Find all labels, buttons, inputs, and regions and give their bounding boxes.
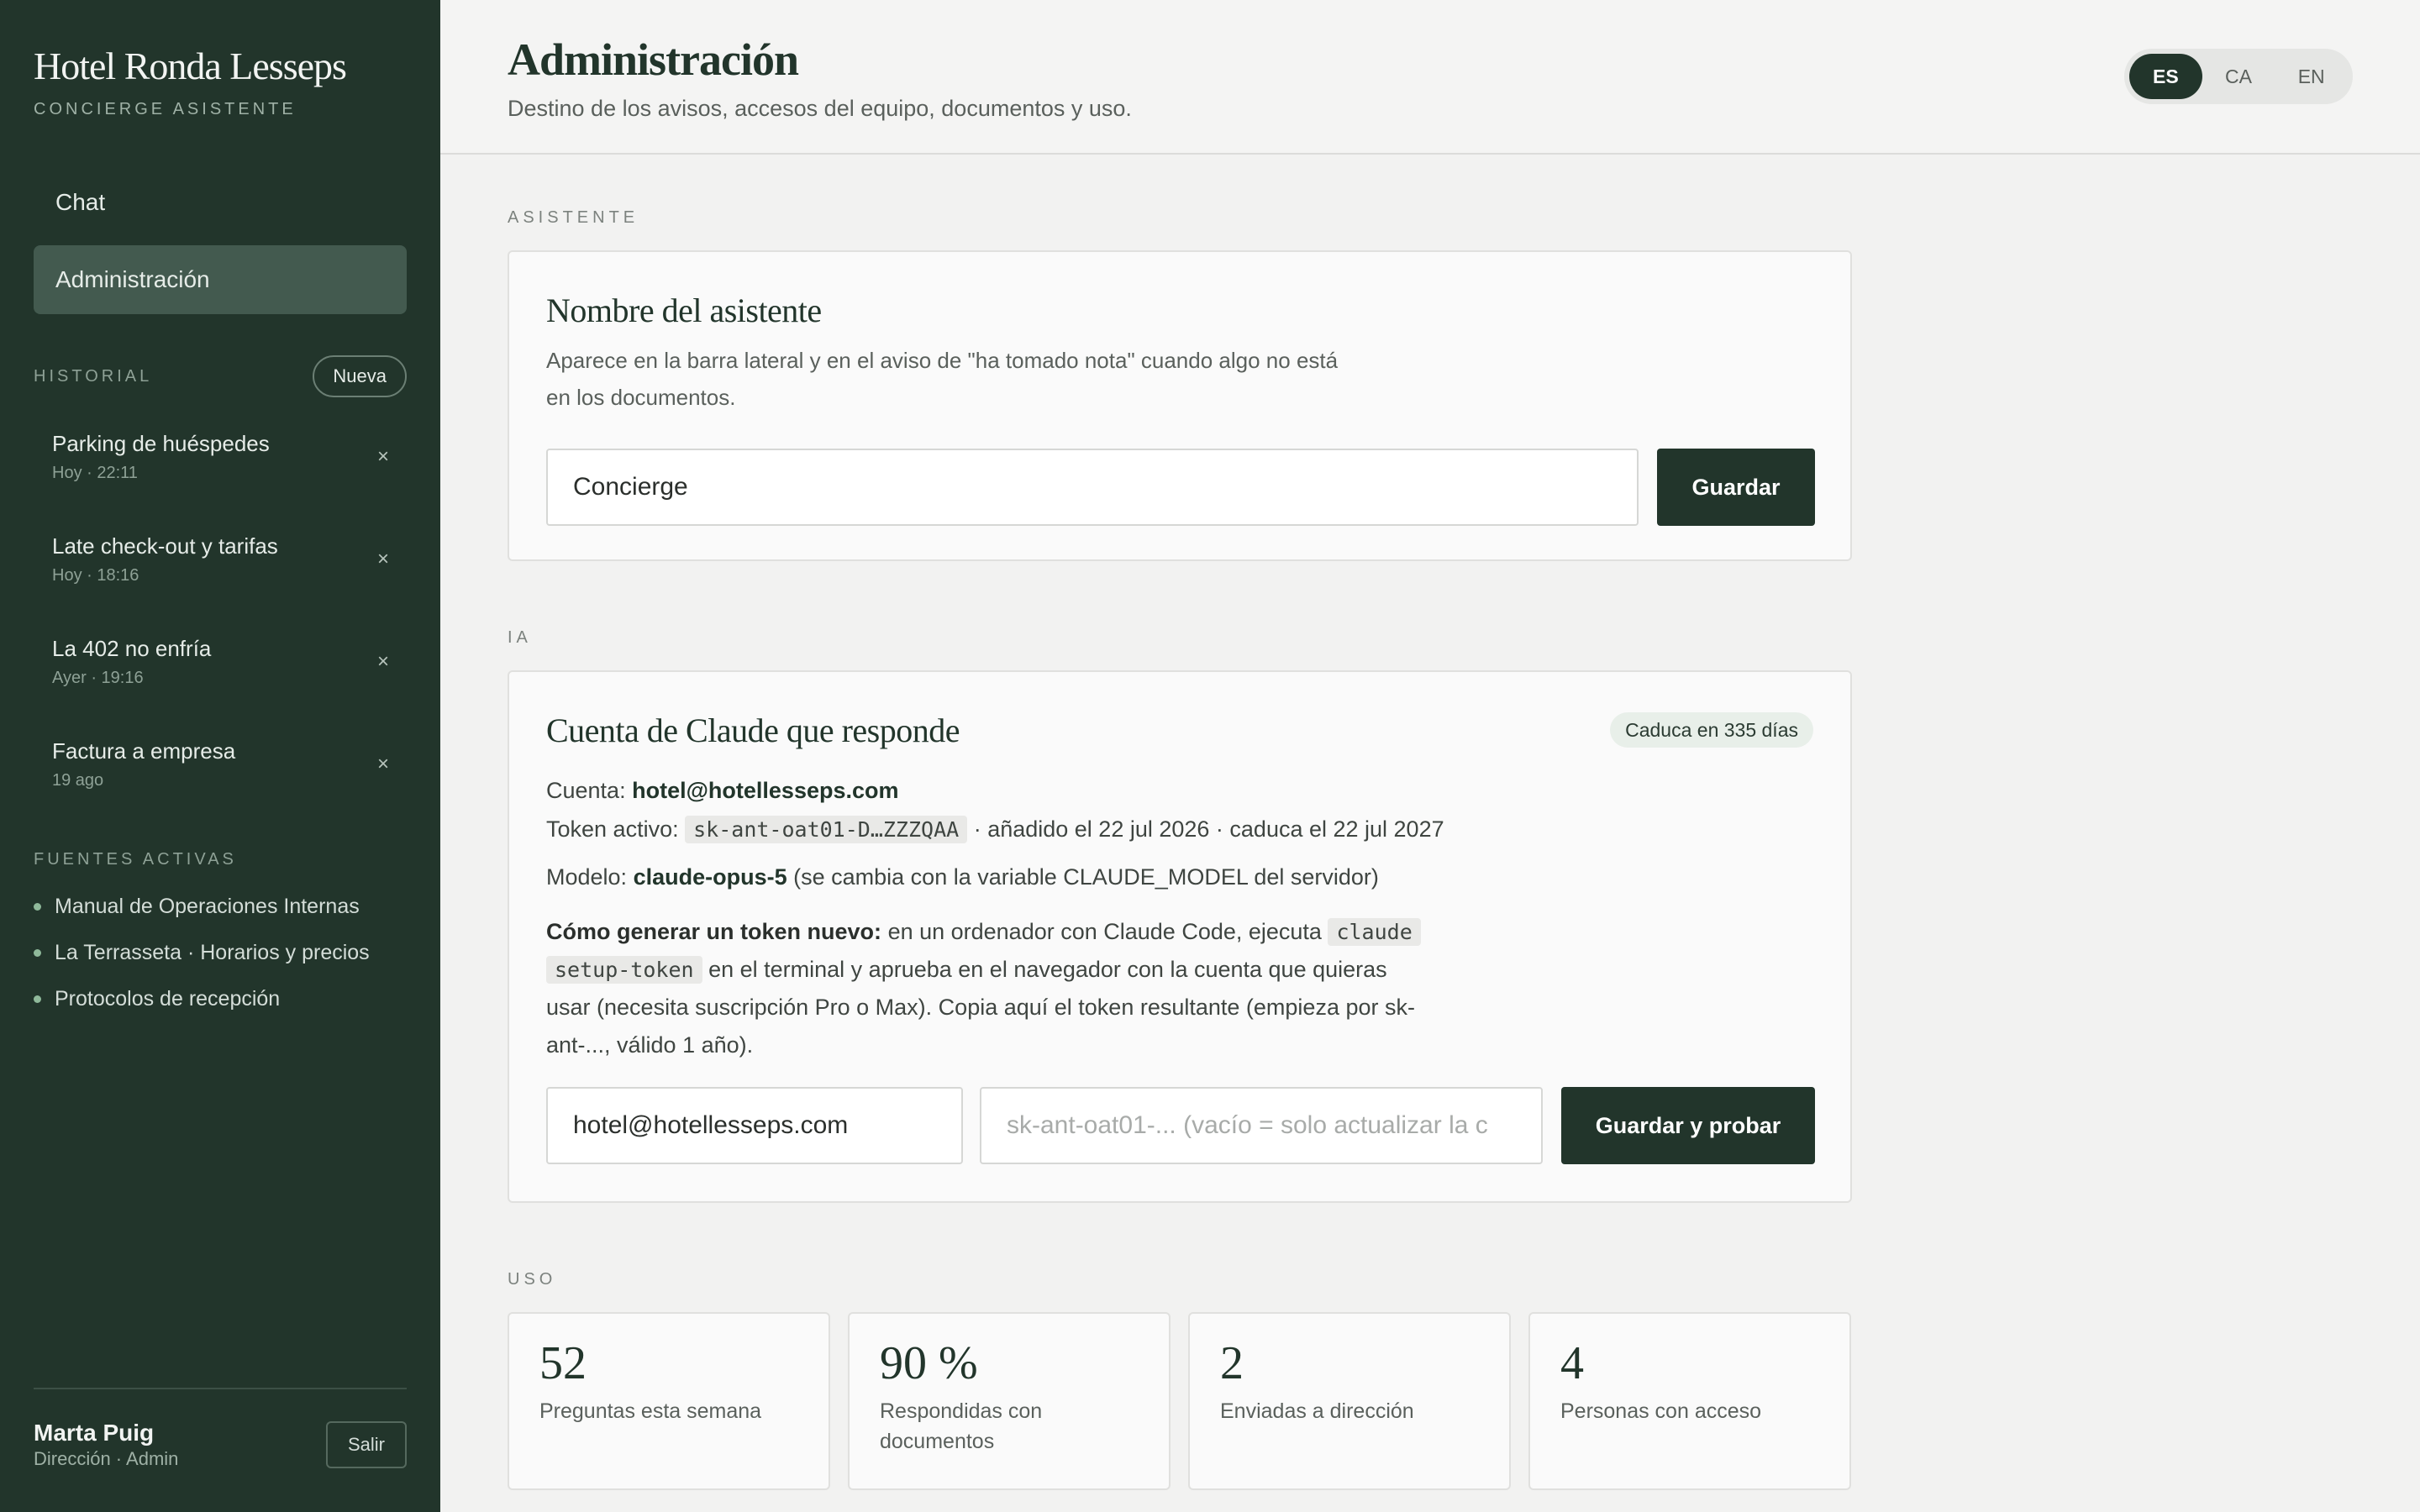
- sidebar: Hotel Ronda Lesseps CONCIERGE ASISTENTE …: [0, 0, 440, 1512]
- stat-label: Personas con acceso: [1560, 1399, 1762, 1423]
- stat-card: 52 Preguntas esta semana: [508, 1312, 830, 1490]
- page-header: Administración Destino de los avisos, ac…: [440, 0, 2420, 155]
- stat-card: 2 Enviadas a dirección: [1188, 1312, 1511, 1490]
- token-label: Token activo:: [546, 816, 679, 842]
- save-button[interactable]: Guardar: [1657, 449, 1815, 526]
- stat-value: 2: [1220, 1337, 1244, 1389]
- save-and-test-button[interactable]: Guardar y probar: [1561, 1087, 1815, 1164]
- source-label: Manual de Operaciones Internas: [55, 895, 360, 918]
- model-value: claude-opus-5: [633, 864, 787, 890]
- bullet-dot-icon: [34, 949, 41, 957]
- history-item-time: Hoy · 22:11: [52, 464, 138, 482]
- account-email-input[interactable]: hotel@hotellesseps.com: [546, 1087, 963, 1164]
- stat-card: 4 Personas con acceso: [1528, 1312, 1851, 1490]
- bullet-dot-icon: [34, 995, 41, 1003]
- close-icon[interactable]: ×: [368, 647, 398, 677]
- help-text: en un ordenador con Claude Code, ejecuta: [887, 919, 1322, 944]
- model-note: (se cambia con la variable CLAUDE_MODEL …: [793, 864, 1379, 890]
- stat-label: Respondidas con documentos: [880, 1399, 1043, 1453]
- brand: Hotel Ronda Lesseps CONCIERGE ASISTENTE: [34, 44, 347, 119]
- claude-account-card: Cuenta de Claude que responde Caduca en …: [508, 670, 1852, 1203]
- model-line: Modelo: claude-opus-5 (se cambia con la …: [546, 858, 1807, 896]
- assistant-name-card: Nombre del asistente Aparece en la barra…: [508, 250, 1852, 561]
- stat-card: 90 % Respondidas con documentos: [848, 1312, 1171, 1490]
- lang-ca-button[interactable]: CA: [2202, 54, 2275, 99]
- account-label: Cuenta:: [546, 778, 626, 803]
- help-code: claude: [1328, 918, 1421, 946]
- history-header: HISTORIAL Nueva: [34, 354, 407, 398]
- nav-item-administracion[interactable]: Administración: [34, 245, 407, 314]
- token-input[interactable]: sk-ant-oat01-... (vacío = solo actualiza…: [980, 1087, 1543, 1164]
- token-line: Token activo: sk-ant-oat01-D…ZZZQAA · añ…: [546, 810, 1807, 849]
- history-item-title: La 402 no enfría: [52, 636, 212, 661]
- history-item-title: Factura a empresa: [52, 738, 236, 764]
- nav-item-chat[interactable]: Chat: [34, 168, 407, 237]
- language-switcher: ES CA EN: [2124, 49, 2353, 104]
- source-item: Manual de Operaciones Internas: [34, 884, 420, 930]
- history-item-title: Late check-out y tarifas: [52, 533, 278, 559]
- help-line: ant-..., válido 1 año).: [546, 1032, 754, 1058]
- source-item: La Terrasseta · Horarios y precios: [34, 930, 420, 976]
- token-help: Cómo generar un token nuevo: en un orden…: [546, 913, 1807, 1064]
- history-item-time: 19 ago: [52, 771, 104, 790]
- close-icon[interactable]: ×: [368, 544, 398, 575]
- source-item: Protocolos de recepción: [34, 976, 420, 1022]
- sources-label: FUENTES ACTIVAS: [34, 850, 237, 869]
- main-nav: Chat Administración: [34, 168, 407, 323]
- source-label: La Terrasseta · Horarios y precios: [55, 941, 370, 964]
- page-subtitle: Destino de los avisos, accesos del equip…: [508, 96, 1132, 121]
- stat-value: 4: [1560, 1337, 1584, 1389]
- stat-value: 52: [539, 1337, 587, 1389]
- card-description-line: en los documentos.: [546, 385, 736, 410]
- brand-subtitle: CONCIERGE ASISTENTE: [34, 100, 297, 118]
- page-title: Administración: [508, 34, 799, 85]
- assistant-name-input[interactable]: Concierge: [546, 449, 1639, 526]
- user-block: Marta Puig Dirección · Admin Salir: [34, 1388, 407, 1470]
- help-heading: Cómo generar un token nuevo:: [546, 919, 882, 944]
- model-label: Modelo:: [546, 864, 628, 890]
- card-description-line: Aparece en la barra lateral y en el avis…: [546, 348, 1339, 373]
- stat-value: 90 %: [880, 1337, 978, 1389]
- help-code: setup-token: [546, 956, 702, 984]
- help-line: Cómo generar un token nuevo: en un orden…: [546, 913, 1807, 951]
- history-item[interactable]: Factura a empresa 19 ago ×: [34, 724, 407, 827]
- new-chat-button[interactable]: Nueva: [313, 355, 407, 397]
- sources-list: Manual de Operaciones Internas La Terras…: [34, 884, 420, 1022]
- token-meta: · añadido el 22 jul 2026 · caduca el 22 …: [973, 816, 1444, 842]
- stat-label: Enviadas a dirección: [1220, 1399, 1414, 1423]
- source-label: Protocolos de recepción: [55, 987, 281, 1011]
- card-description: Aparece en la barra lateral y en el avis…: [546, 342, 1338, 416]
- expiry-badge: Caduca en 335 días: [1610, 712, 1813, 748]
- history-item[interactable]: Parking de huéspedes Hoy · 22:11 ×: [34, 417, 407, 519]
- stat-label: Preguntas esta semana: [539, 1399, 762, 1423]
- account-value: hotel@hotellesseps.com: [632, 778, 899, 803]
- history-item[interactable]: Late check-out y tarifas Hoy · 18:16 ×: [34, 519, 407, 622]
- section-label-asistente: ASISTENTE: [508, 208, 639, 227]
- history-label: HISTORIAL: [34, 366, 153, 386]
- card-title: Cuenta de Claude que responde: [546, 711, 960, 749]
- help-text: en el terminal y aprueba en el navegador…: [708, 957, 1387, 982]
- history-item-time: Hoy · 18:16: [52, 566, 139, 585]
- account-line: Cuenta: hotel@hotellesseps.com: [546, 771, 1807, 810]
- close-icon[interactable]: ×: [368, 442, 398, 472]
- history-list: Parking de huéspedes Hoy · 22:11 × Late …: [34, 417, 407, 827]
- lang-es-button[interactable]: ES: [2129, 54, 2202, 99]
- section-label-ia: IA: [508, 628, 532, 647]
- logout-button[interactable]: Salir: [325, 1421, 407, 1468]
- history-item-time: Ayer · 19:16: [52, 669, 144, 687]
- history-item[interactable]: La 402 no enfría Ayer · 19:16 ×: [34, 622, 407, 724]
- help-line: setup-token en el terminal y aprueba en …: [546, 951, 1807, 989]
- help-line: usar (necesita suscripción Pro o Max). C…: [546, 995, 1415, 1020]
- lang-en-button[interactable]: EN: [2275, 54, 2348, 99]
- bullet-dot-icon: [34, 903, 41, 911]
- token-value: sk-ant-oat01-D…ZZZQAA: [685, 816, 968, 843]
- card-title: Nombre del asistente: [546, 291, 822, 329]
- close-icon[interactable]: ×: [368, 749, 398, 780]
- history-item-title: Parking de huéspedes: [52, 431, 270, 456]
- section-label-uso: USO: [508, 1270, 557, 1289]
- brand-title: Hotel Ronda Lesseps: [34, 45, 347, 87]
